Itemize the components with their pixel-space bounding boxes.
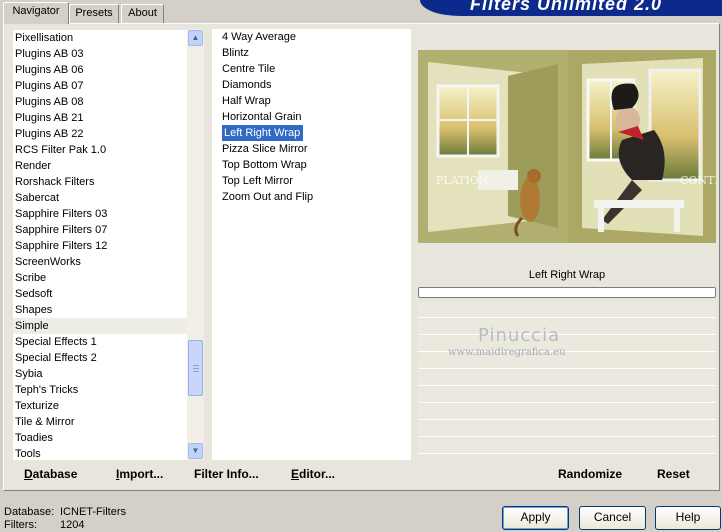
watermark-name: Pinuccia	[478, 325, 561, 346]
database-button[interactable]: Database	[24, 467, 77, 481]
slider-row	[418, 387, 716, 403]
category-item[interactable]: Tile & Mirror	[13, 414, 187, 430]
filter-item-label: 4 Way Average	[222, 31, 296, 43]
filter-item[interactable]: Pizza Slice Mirror	[220, 141, 411, 157]
editor-accel: E	[291, 467, 300, 481]
slider-row	[418, 438, 716, 454]
import-label: mport...	[119, 467, 164, 481]
filter-item[interactable]: Left Right Wrap	[220, 125, 411, 141]
randomize-button[interactable]: Randomize	[558, 467, 622, 481]
slider-row	[418, 421, 716, 437]
filter-item-label: Pizza Slice Mirror	[222, 143, 308, 155]
filter-item[interactable]: Half Wrap	[220, 93, 411, 109]
tab-presets[interactable]: Presets	[69, 4, 119, 23]
filter-item[interactable]: Top Left Mirror	[220, 173, 411, 189]
filter-item-label: Half Wrap	[222, 95, 271, 107]
filter-item-label: Zoom Out and Flip	[222, 191, 314, 203]
editor-button[interactable]: Editor...	[291, 467, 335, 481]
category-item[interactable]: Teph's Tricks	[13, 382, 187, 398]
category-item[interactable]: Rorshack Filters	[13, 174, 187, 190]
scroll-up-icon[interactable]: ▲	[188, 30, 203, 46]
category-item[interactable]: Pixellisation	[13, 30, 187, 46]
category-item[interactable]: Toadies	[13, 430, 187, 446]
filters-status-label: Filters:	[4, 519, 37, 531]
reset-button[interactable]: Reset	[657, 467, 690, 481]
filter-item-label: Blintz	[222, 47, 249, 59]
category-scrollbar[interactable]: ▲ ▼	[187, 29, 204, 460]
help-button[interactable]: Help	[655, 506, 721, 530]
category-item[interactable]: Special Effects 2	[13, 350, 187, 366]
category-item[interactable]: Sybia	[13, 366, 187, 382]
category-item[interactable]: Plugins AB 07	[13, 78, 187, 94]
category-item[interactable]: Texturize	[13, 398, 187, 414]
scroll-down-icon[interactable]: ▼	[188, 443, 203, 459]
category-item[interactable]: Tools	[13, 446, 187, 460]
current-filter-name: Left Right Wrap	[528, 269, 606, 281]
filter-item-label: Top Bottom Wrap	[222, 159, 307, 171]
filter-item-label: Diamonds	[222, 79, 272, 91]
category-list: Pixellisation Plugins AB 03 Plugins AB 06 P…	[13, 30, 187, 460]
preview-artwork: PLATION CONTEM	[418, 50, 716, 243]
category-item[interactable]: Sapphire Filters 07	[13, 222, 187, 238]
category-item[interactable]: ScreenWorks	[13, 254, 187, 270]
preview-left-text: PLATION	[436, 174, 489, 187]
category-item[interactable]: Plugins AB 06	[13, 62, 187, 78]
import-button[interactable]: Import...	[116, 467, 163, 481]
filter-item[interactable]: Zoom Out and Flip	[220, 189, 411, 205]
tab-about[interactable]: About	[121, 4, 164, 23]
filter-list: 4 Way Average Blintz Centre Tile Diamonds Ha…	[212, 29, 411, 460]
database-status-value: ICNET-Filters	[60, 506, 126, 518]
category-item[interactable]: Shapes	[13, 302, 187, 318]
category-item[interactable]: Special Effects 1	[13, 334, 187, 350]
filter-item[interactable]: Centre Tile	[220, 61, 411, 77]
watermark-url: www.maidiregrafica.eu	[448, 347, 566, 358]
filters-status-value: 1204	[60, 519, 85, 531]
category-item[interactable]: Simple	[13, 318, 187, 334]
filter-item-label: Left Right Wrap	[222, 125, 304, 141]
category-item[interactable]: Sabercat	[13, 190, 187, 206]
filter-item-label: Horizontal Grain	[222, 111, 302, 123]
database-accel: D	[24, 467, 33, 481]
apply-button[interactable]: Apply	[502, 506, 569, 530]
filter-item-label: Top Left Mirror	[222, 175, 293, 187]
preview-image: PLATION CONTEM	[418, 50, 716, 243]
preview-right-text: CONTEM	[680, 174, 716, 187]
app-title: Filters Unlimited 2.0	[470, 0, 663, 14]
filter-item[interactable]: Diamonds	[220, 77, 411, 93]
progress-bar	[418, 287, 716, 298]
database-label: atabase	[32, 467, 78, 481]
scroll-thumb[interactable]	[188, 340, 203, 396]
database-status-label: Database:	[4, 506, 55, 518]
category-item[interactable]: Render	[13, 158, 187, 174]
category-item[interactable]: Scribe	[13, 270, 187, 286]
category-item[interactable]: Sedsoft	[13, 286, 187, 302]
category-item[interactable]: Plugins AB 03	[13, 46, 187, 62]
filter-info-button[interactable]: Filter Info...	[194, 467, 259, 481]
slider-row	[418, 302, 716, 318]
category-item[interactable]: RCS Filter Pak 1.0	[13, 142, 187, 158]
category-item[interactable]: Plugins AB 21	[13, 110, 187, 126]
category-item[interactable]: Sapphire Filters 12	[13, 238, 187, 254]
cancel-button[interactable]: Cancel	[579, 506, 646, 530]
slider-row	[418, 404, 716, 420]
filter-item[interactable]: Horizontal Grain	[220, 109, 411, 125]
category-item[interactable]: Plugins AB 22	[13, 126, 187, 142]
slider-row	[418, 319, 716, 335]
tab-navigator[interactable]: Navigator	[3, 2, 69, 24]
filter-item[interactable]: Top Bottom Wrap	[220, 157, 411, 173]
filter-item[interactable]: 4 Way Average	[220, 29, 411, 45]
editor-label: ditor...	[299, 467, 336, 481]
slider-row	[418, 370, 716, 386]
filter-item-label: Centre Tile	[222, 63, 276, 75]
category-item[interactable]: Plugins AB 08	[13, 94, 187, 110]
category-item[interactable]: Sapphire Filters 03	[13, 206, 187, 222]
filter-item[interactable]: Blintz	[220, 45, 411, 61]
